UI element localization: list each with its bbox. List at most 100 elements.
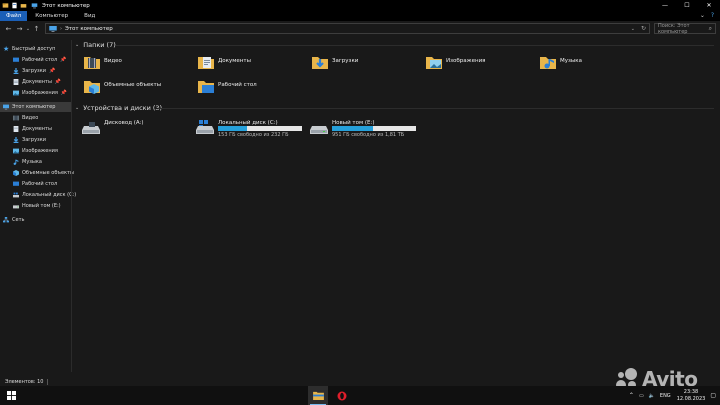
breadcrumb-separator-icon[interactable]: › [60, 26, 62, 32]
nav-pc-downloads[interactable]: Загрузки [13, 135, 46, 145]
folder-downloads[interactable]: Загрузки [312, 54, 358, 70]
network-icon [3, 217, 9, 223]
download-icon [13, 68, 19, 74]
back-icon[interactable]: ← [3, 24, 14, 35]
address-field[interactable]: › Этот компьютер ⌄ ↻ [45, 23, 650, 34]
desktop-folder-icon [198, 81, 214, 93]
picture-icon [13, 90, 19, 96]
tab-file[interactable]: Файл [0, 11, 28, 21]
drive-icon [13, 205, 19, 209]
folder-pictures[interactable]: Изображения [426, 54, 485, 70]
folder-desktop[interactable]: Рабочий стол [198, 78, 257, 94]
item-count: Элементов: 10 [5, 378, 44, 385]
address-dropdown-icon[interactable]: ⌄ [631, 26, 635, 32]
drives-group-header[interactable]: ⌄ Устройства и диски (3) [75, 104, 162, 112]
nav-videos[interactable]: Видео [13, 113, 38, 123]
taskbar-explorer[interactable] [308, 386, 328, 405]
pc-icon [49, 25, 57, 32]
content-area: ⌄ Папки (7) Видео Документы Загрузки Изо… [72, 37, 720, 373]
picture-icon [13, 148, 19, 154]
opera-icon [337, 391, 347, 400]
video-icon [13, 115, 19, 121]
start-button[interactable] [0, 386, 22, 405]
notifications-icon[interactable]: ▢ [710, 392, 716, 399]
tray-chevron-icon[interactable]: ⌃ [629, 392, 634, 399]
close-button[interactable]: ✕ [698, 0, 720, 11]
window-title: Этот компьютер [42, 2, 90, 9]
group-divider [116, 45, 714, 46]
nav-drive-e[interactable]: Новый том (E:) [13, 201, 61, 211]
new-folder-icon[interactable] [20, 2, 27, 9]
minimize-button[interactable]: — [654, 0, 676, 11]
desktop-icon [13, 181, 19, 186]
breadcrumb[interactable]: Этот компьютер [65, 26, 113, 32]
collapse-chevron-icon[interactable]: ⌄ [75, 42, 79, 48]
maximize-button[interactable]: ☐ [676, 0, 698, 11]
nav-pc-documents[interactable]: Документы [13, 124, 52, 134]
desktop-icon [13, 57, 19, 62]
address-bar-row: ← → ⌄ ↑ › Этот компьютер ⌄ ↻ Поиск: Этот… [0, 21, 720, 37]
nav-downloads[interactable]: Загрузки 📌 [13, 66, 55, 76]
drive-icon [310, 126, 328, 134]
drive-usage-fill [218, 126, 247, 131]
search-icon: ⌕ [708, 24, 712, 32]
ribbon-expand-icon[interactable]: ⌄ [700, 12, 705, 19]
explorer-icon [312, 391, 324, 400]
forward-icon[interactable]: → [14, 24, 25, 35]
up-icon[interactable]: ↑ [31, 24, 42, 35]
drive-usage-bar [218, 126, 302, 131]
folder-documents[interactable]: Документы [198, 54, 251, 70]
language-indicator[interactable]: ENG [660, 393, 671, 399]
nav-desktop[interactable]: Рабочий стол 📌 [13, 55, 66, 65]
properties-icon[interactable] [11, 2, 18, 9]
status-divider [47, 378, 49, 385]
nav-this-pc[interactable]: Этот компьютер [0, 102, 71, 112]
refresh-icon[interactable]: ↻ [641, 25, 646, 32]
folders-group-header[interactable]: ⌄ Папки (7) [75, 41, 116, 49]
ribbon-tabs: Файл Компьютер Вид ⌄ ? [0, 11, 720, 21]
folder-videos[interactable]: Видео [84, 54, 122, 70]
windows-drive-icon [13, 192, 19, 198]
pin-icon: 📌 [60, 57, 67, 63]
system-tray: ⌃ ▭ 🔈 ENG 23:38 12.08.2023 ▢ [629, 386, 716, 405]
tab-computer[interactable]: Компьютер [27, 11, 76, 21]
pictures-folder-icon [426, 57, 442, 69]
documents-folder-icon [198, 57, 214, 69]
clock[interactable]: 23:38 12.08.2023 [677, 389, 706, 403]
music-icon [13, 159, 19, 165]
cube-icon [13, 170, 19, 176]
download-icon [13, 137, 19, 143]
network-tray-icon[interactable]: ▭ [639, 393, 644, 399]
drive-usage-bar [332, 126, 416, 131]
nav-documents[interactable]: Документы 📌 [13, 77, 61, 87]
floppy-drive-icon [82, 122, 100, 134]
taskbar-opera[interactable] [332, 386, 352, 405]
pin-icon: 📌 [60, 90, 68, 96]
nav-pc-pictures[interactable]: Изображения [13, 146, 58, 156]
windows-drive-icon [196, 120, 214, 134]
folder-music[interactable]: Музыка [540, 54, 582, 70]
nav-pictures[interactable]: Изображения 📌 [13, 88, 67, 98]
taskbar: ⌃ ▭ 🔈 ENG 23:38 12.08.2023 ▢ [0, 386, 720, 405]
document-icon [13, 79, 19, 85]
drive-usage-fill [332, 126, 374, 131]
document-icon [13, 126, 19, 132]
nav-pc-desktop[interactable]: Рабочий стол [13, 179, 57, 189]
nav-drive-c[interactable]: Локальный диск (C:) [13, 190, 76, 200]
nav-music[interactable]: Музыка [13, 157, 42, 167]
search-input[interactable]: Поиск: Этот компьютер ⌕ [654, 22, 716, 35]
pin-icon: 📌 [48, 68, 56, 74]
collapse-chevron-icon[interactable]: ⌄ [75, 105, 79, 111]
volume-icon[interactable]: 🔈 [649, 393, 655, 399]
help-icon[interactable]: ? [711, 12, 714, 19]
3d-objects-folder-icon [84, 81, 100, 94]
folder-3d-objects[interactable]: Объемные объекты [84, 78, 161, 94]
pin-icon: 📌 [54, 79, 62, 85]
tab-view[interactable]: Вид [76, 11, 103, 21]
nav-network[interactable]: Сеть [3, 215, 24, 225]
pc-icon [31, 3, 38, 9]
search-placeholder: Поиск: Этот компьютер [658, 22, 690, 35]
nav-quick-access[interactable]: ★ Быстрый доступ [3, 44, 55, 54]
nav-3d-objects[interactable]: Объемные объекты [13, 168, 74, 178]
music-folder-icon [540, 57, 556, 69]
